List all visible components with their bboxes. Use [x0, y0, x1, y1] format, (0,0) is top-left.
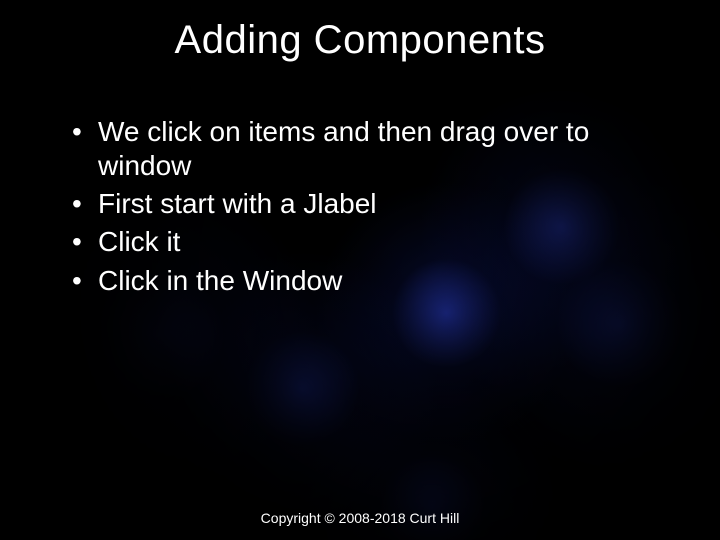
slide: Adding Components We click on items and … — [0, 0, 720, 540]
slide-title: Adding Components — [0, 18, 720, 63]
bullet-list: We click on items and then drag over to … — [70, 115, 680, 298]
list-item: First start with a Jlabel — [70, 187, 680, 221]
list-item: Click it — [70, 225, 680, 259]
footer-copyright: Copyright © 2008-2018 Curt Hill — [0, 510, 720, 526]
slide-body: We click on items and then drag over to … — [70, 115, 680, 302]
list-item: We click on items and then drag over to … — [70, 115, 680, 183]
list-item: Click in the Window — [70, 264, 680, 298]
